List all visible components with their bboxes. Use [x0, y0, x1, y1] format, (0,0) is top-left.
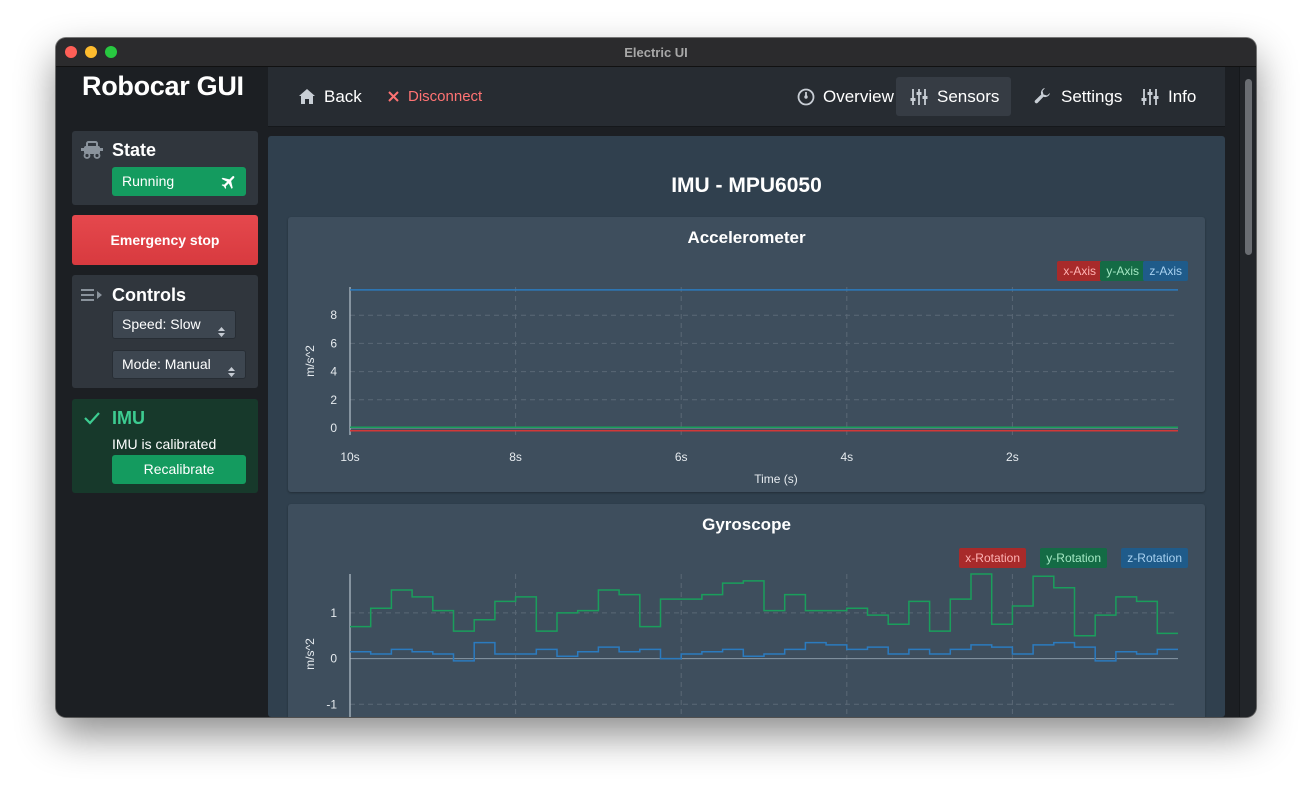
controls-card: Controls Speed: Slow Mode: Manual [72, 275, 258, 388]
y-tick-label: 0 [330, 652, 337, 666]
tab-overview[interactable]: Overview [786, 77, 904, 116]
robot-car-icon [81, 141, 103, 164]
vertical-scrollbar[interactable] [1239, 67, 1256, 717]
y-tick-label: 8 [330, 308, 337, 322]
x-tick-label: 8s [509, 450, 522, 464]
sliders-icon [1141, 89, 1159, 105]
series-line-y-rotation [350, 573, 1178, 637]
y-tick-label: 4 [330, 365, 337, 379]
tab-sensors-label: Sensors [937, 87, 1000, 106]
state-value: Running [122, 173, 175, 189]
accelerometer-panel: Accelerometer x-Axis y-Axis z-Axis 86420… [288, 217, 1205, 492]
tab-info-label: Info [1168, 87, 1197, 106]
back-label: Back [324, 87, 362, 106]
app-title: Robocar GUI [82, 71, 244, 101]
scrollbar-thumb[interactable] [1245, 79, 1252, 255]
gyroscope-panel: Gyroscope x-Rotation y-Rotation z-Rotati… [288, 504, 1205, 717]
y-tick-label: 1 [330, 606, 337, 620]
y-tick-label: 2 [330, 393, 337, 407]
gyroscope-chart: 1 0 -1 m/s^2 [303, 573, 1178, 717]
tab-sensors[interactable]: Sensors [896, 77, 1011, 116]
mode-select[interactable]: Mode: Manual [112, 350, 246, 379]
disconnect-label: Disconnect [408, 88, 483, 105]
close-icon [388, 91, 399, 102]
x-tick-label: 6s [675, 450, 688, 464]
disconnect-button[interactable]: Disconnect [387, 77, 482, 116]
mode-select-value: Mode: Manual [122, 356, 211, 372]
imu-card: IMU IMU is calibrated Recalibrate [72, 399, 258, 493]
tab-overview-label: Overview [823, 87, 894, 106]
controls-title: Controls [112, 285, 186, 305]
y-axis-label: m/s^2 [303, 638, 317, 670]
speed-select[interactable]: Speed: Slow [112, 310, 236, 339]
imu-status-text: IMU is calibrated [112, 436, 217, 452]
airplane-icon [220, 172, 238, 201]
accelerometer-chart: 8 6 4 2 0 10s 8s 6s 4s 2s Time (s) m/s^2 [303, 287, 1178, 486]
sliders-icon [910, 89, 928, 105]
state-running-button[interactable]: Running [112, 167, 246, 196]
page-title: IMU - MPU6050 [671, 174, 822, 197]
state-title: State [112, 140, 157, 160]
state-card: State Running [72, 131, 258, 205]
y-axis-label: m/s^2 [303, 345, 317, 377]
home-icon [299, 89, 315, 104]
y-tick-label: 0 [330, 421, 337, 435]
tab-settings[interactable]: Settings [1023, 77, 1132, 116]
recalibrate-button[interactable]: Recalibrate [112, 455, 246, 484]
window-title: Electric UI [624, 45, 688, 60]
y-tick-label: 6 [330, 336, 337, 350]
wrench-icon [1034, 88, 1050, 104]
x-tick-label: 4s [840, 450, 853, 464]
tab-settings-label: Settings [1061, 87, 1123, 106]
top-navigation: Back Disconnect Overview Sensors Setting… [268, 67, 1225, 127]
emergency-stop-button[interactable]: Emergency stop [72, 215, 258, 265]
app-window: Electric UI Robocar GUI State Running Em… [56, 38, 1256, 717]
checkmark-icon [83, 410, 101, 431]
x-tick-label: 2s [1006, 450, 1019, 464]
sidebar: Robocar GUI State Running Emergency stop… [56, 67, 268, 717]
x-axis-label: Time (s) [754, 472, 798, 486]
double-caret-icon [217, 319, 226, 348]
imu-title: IMU [112, 408, 145, 428]
tab-info[interactable]: Info [1140, 77, 1206, 116]
back-button[interactable]: Back [298, 77, 362, 116]
title-bar: Electric UI [56, 38, 1256, 67]
list-arrow-icon [81, 287, 103, 308]
main-content: IMU - MPU6050 Accelerometer x-Axis y-Axi… [268, 136, 1225, 717]
dashboard-icon [797, 88, 815, 106]
speed-select-value: Speed: Slow [122, 316, 201, 332]
y-tick-label: -1 [326, 697, 337, 711]
double-caret-icon [227, 359, 236, 388]
x-tick-label: 10s [340, 450, 359, 464]
